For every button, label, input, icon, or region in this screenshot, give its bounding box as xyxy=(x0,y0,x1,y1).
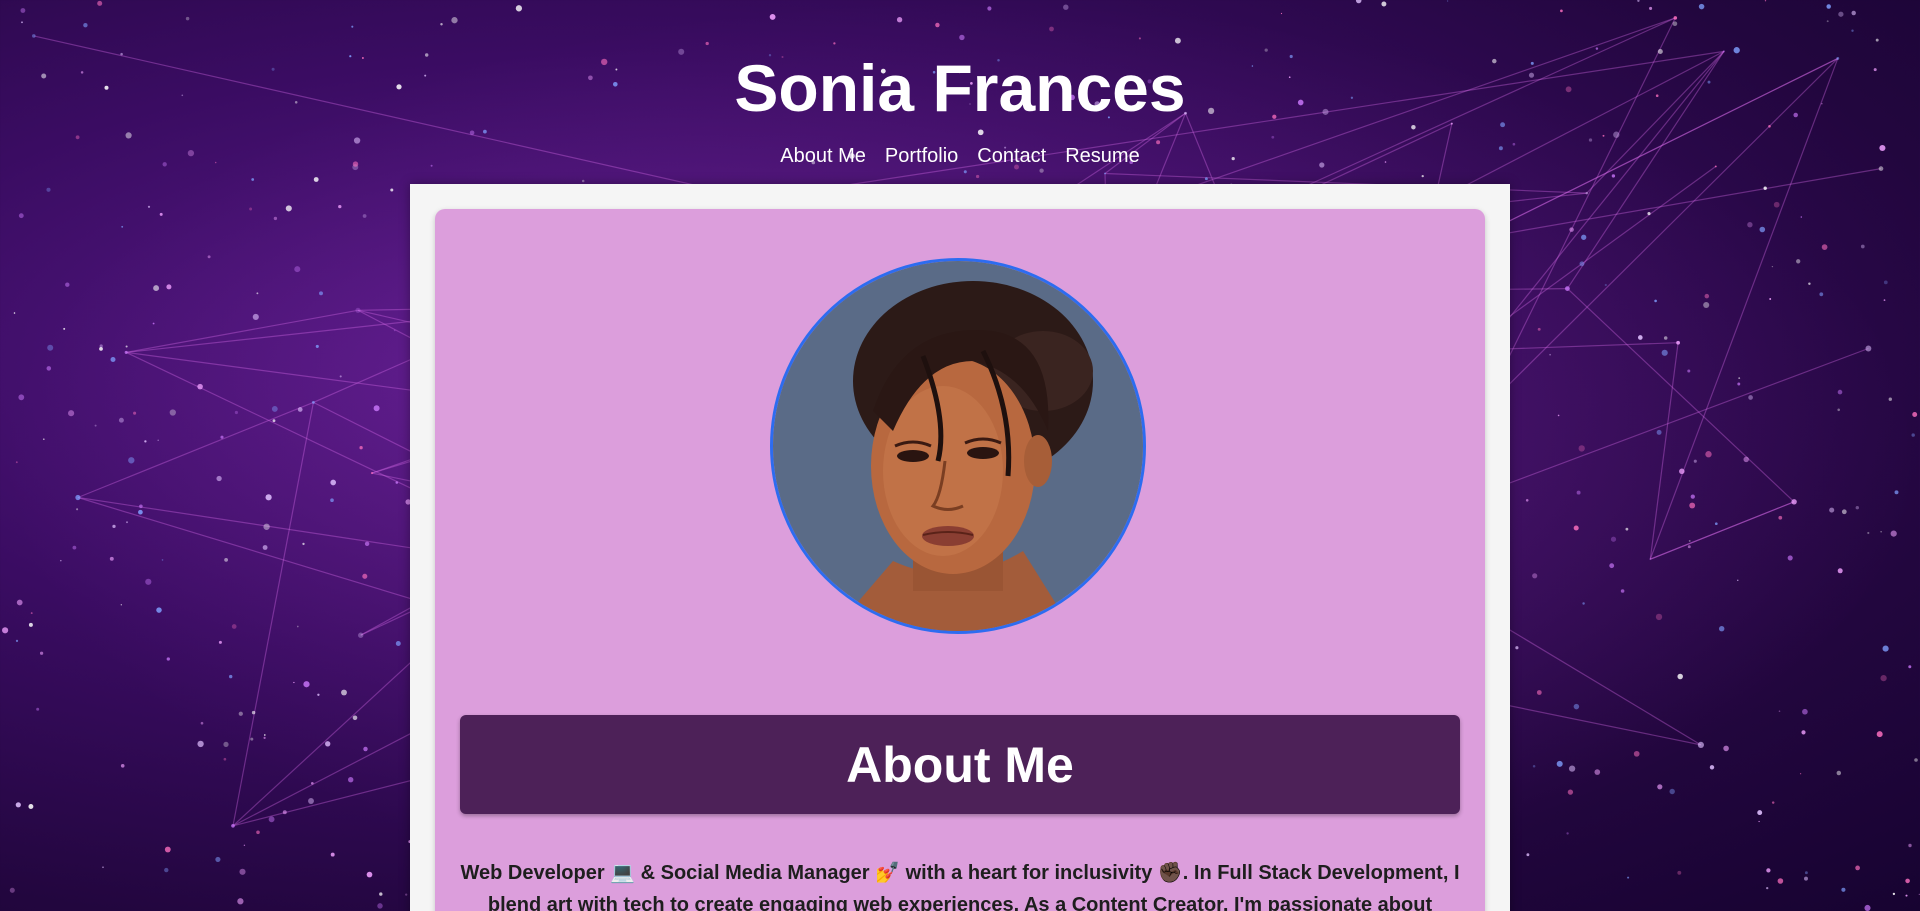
about-card: About Me Web Developer 💻 & Social Media … xyxy=(435,209,1485,911)
nav-link-portfolio[interactable]: Portfolio xyxy=(885,144,958,168)
nav-link-resume[interactable]: Resume xyxy=(1065,144,1139,168)
about-heading-banner: About Me xyxy=(460,715,1460,814)
about-heading: About Me xyxy=(846,736,1074,793)
profile-avatar xyxy=(770,258,1146,634)
main-nav: About Me Portfolio Contact Resume xyxy=(0,144,1920,168)
main-content-panel: About Me Web Developer 💻 & Social Media … xyxy=(410,184,1510,911)
about-bio-text: Web Developer 💻 & Social Media Manager 💅… xyxy=(460,862,1460,911)
nav-link-about-me[interactable]: About Me xyxy=(780,144,866,168)
portrait-illustration xyxy=(773,261,1143,631)
site-title: Sonia Frances xyxy=(734,51,1186,125)
nav-link-contact[interactable]: Contact xyxy=(977,144,1046,168)
